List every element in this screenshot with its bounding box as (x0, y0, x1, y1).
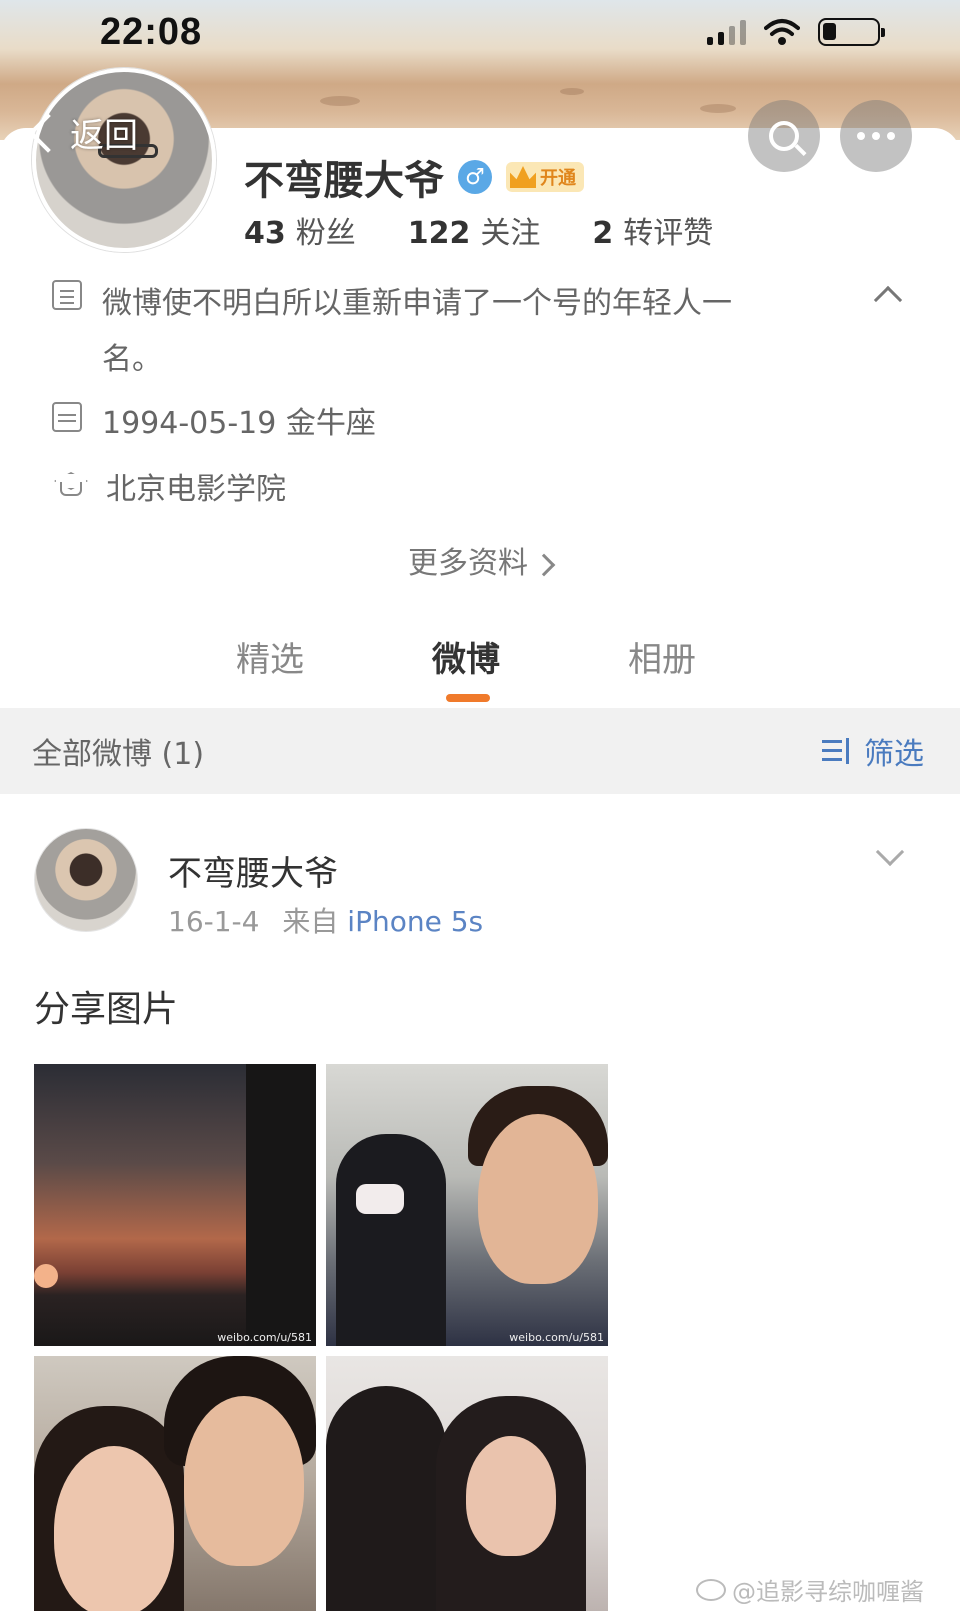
page-watermark-text: @追影寻综咖喱酱 (732, 1578, 924, 1606)
vip-open-badge[interactable]: 开通 (506, 162, 584, 192)
profile-tabs: 精选 微博 相册 (0, 632, 960, 702)
active-tab-indicator (446, 694, 490, 702)
post-author-avatar[interactable] (34, 828, 138, 932)
tab-album[interactable]: 相册 (628, 632, 696, 681)
stat-value: 2 (592, 216, 614, 251)
profile-name: 不弯腰大爷 (244, 158, 444, 204)
post-photo-couple-1[interactable] (34, 1356, 316, 1611)
filter-icon (822, 736, 858, 766)
status-icons (707, 18, 885, 46)
more-info-label: 更多资料 (408, 546, 528, 581)
stat-followers[interactable]: 43 粉丝 (244, 208, 356, 252)
stat-value: 43 (244, 216, 286, 251)
status-bar: 22:08 (0, 0, 960, 64)
battery-icon (818, 18, 885, 46)
profile-name-row: 不弯腰大爷 ♂ 开通 (244, 148, 584, 206)
more-info-link[interactable]: 更多资料 (0, 538, 960, 582)
photo-watermark: weibo.com/u/581 (217, 1331, 312, 1344)
wifi-icon (764, 19, 800, 45)
tab-featured[interactable]: 精选 (236, 632, 304, 681)
gender-male-icon: ♂ (458, 160, 492, 194)
filter-label: 筛选 (864, 737, 924, 772)
birthday-text: 1994-05-19 金牛座 (102, 406, 376, 441)
back-label: 返回 (70, 116, 138, 156)
bio-text: 微博使不明白所以重新申请了一个号的年轻人一名。 (102, 286, 732, 377)
photo-watermark: weibo.com/u/581 (509, 1331, 604, 1344)
stat-reposts-comments-likes[interactable]: 2 转评赞 (592, 208, 713, 252)
stat-following[interactable]: 122 关注 (408, 208, 541, 252)
bio-row: 微博使不明白所以重新申请了一个号的年轻人一名。 (52, 276, 742, 388)
post-meta: 16-1-4 来自 iPhone 5s (168, 900, 483, 940)
more-dots-icon (857, 132, 895, 140)
stat-value: 122 (407, 216, 471, 251)
post-photo-grid: weibo.com/u/581 weibo.com/u/581 (34, 1064, 610, 1611)
document-icon (52, 280, 82, 310)
weibo-logo-icon (696, 1578, 726, 1601)
all-posts-count: 全部微博 (1) (32, 737, 205, 772)
cellular-signal-icon (707, 19, 746, 45)
page-watermark: @追影寻综咖喱酱 (696, 1572, 924, 1607)
school-row: 北京电影学院 (52, 464, 286, 508)
crown-icon (510, 166, 536, 188)
search-button[interactable] (748, 100, 820, 172)
vip-label: 开通 (540, 168, 576, 189)
post-photo-sunset[interactable]: weibo.com/u/581 (34, 1064, 316, 1346)
search-icon (769, 121, 799, 151)
more-button[interactable] (840, 100, 912, 172)
school-text: 北京电影学院 (106, 472, 286, 507)
graduation-cap-icon (52, 468, 86, 498)
chevron-left-icon (28, 112, 68, 153)
profile-avatar[interactable] (32, 68, 216, 252)
post-date: 16-1-4 (168, 905, 260, 938)
stat-label: 粉丝 (295, 216, 356, 251)
post-author-name[interactable]: 不弯腰大爷 (168, 846, 338, 895)
post-photo-couple-2[interactable] (326, 1356, 608, 1611)
stat-label: 关注 (480, 216, 541, 251)
post-source[interactable]: iPhone 5s (347, 905, 483, 938)
filter-bar: 全部微博 (1) 筛选 (0, 708, 960, 794)
filter-button[interactable]: 筛选 (822, 729, 924, 773)
back-button[interactable]: 返回 (28, 108, 138, 157)
chevron-right-icon (532, 553, 556, 576)
post-text: 分享图片 (34, 989, 179, 1030)
calendar-icon (52, 402, 82, 432)
stat-label: 转评赞 (623, 216, 714, 251)
tab-weibo[interactable]: 微博 (432, 632, 500, 681)
birthday-row: 1994-05-19 金牛座 (52, 398, 376, 442)
post-source-prefix: 来自 (282, 905, 339, 938)
post-photo-car-selfie[interactable]: weibo.com/u/581 (326, 1064, 608, 1346)
status-time: 22:08 (100, 10, 203, 53)
profile-stats: 43 粉丝 122 关注 2 转评赞 (244, 208, 713, 252)
